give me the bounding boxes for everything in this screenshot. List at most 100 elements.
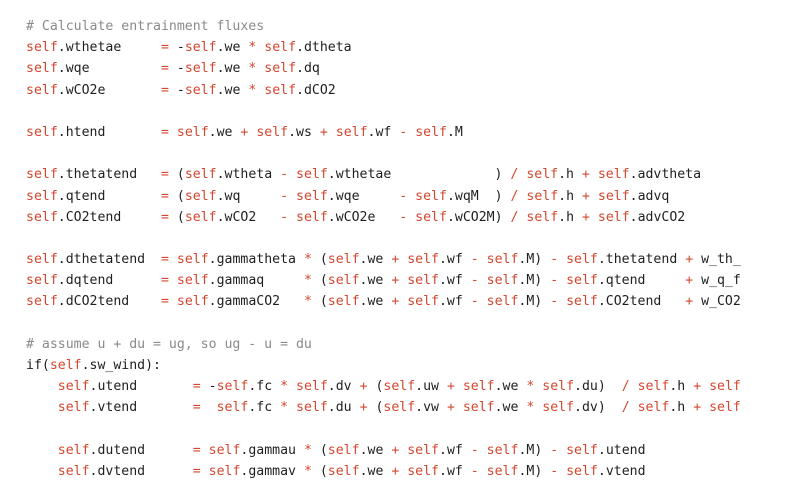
operator: =	[160, 124, 169, 140]
operator: -	[470, 463, 479, 479]
self-keyword: self	[486, 463, 519, 479]
self-keyword: self	[26, 209, 58, 225]
code-line: self.utend = -self.fc * self.dv + (self.…	[57, 379, 741, 395]
self-keyword: self	[264, 40, 297, 56]
operator: +	[391, 463, 400, 479]
operator: -	[280, 167, 289, 183]
self-keyword: self	[26, 252, 58, 268]
operator: *	[280, 400, 289, 416]
operator: -	[280, 209, 289, 225]
self-keyword: self	[327, 273, 360, 289]
operator: =	[160, 40, 169, 56]
self-keyword: self	[208, 463, 241, 479]
code-line: self.wthetae = -self.we * self.dtheta	[26, 40, 352, 56]
operator: *	[248, 40, 257, 56]
operator: *	[303, 442, 312, 458]
self-keyword: self	[327, 463, 360, 479]
self-keyword: self	[415, 188, 447, 204]
code-line: self.thetatend = (self.wtheta - self.wth…	[26, 167, 702, 183]
operator: *	[303, 294, 312, 310]
self-keyword: self	[415, 124, 447, 140]
self-keyword: self	[383, 379, 416, 395]
operator: *	[280, 379, 289, 395]
self-keyword: self	[486, 273, 519, 289]
self-keyword: self	[566, 294, 598, 310]
operator: -	[470, 252, 479, 268]
self-keyword: self	[26, 294, 58, 310]
self-keyword: self	[566, 463, 598, 479]
self-keyword: self	[566, 252, 598, 268]
operator: -	[470, 273, 479, 289]
self-keyword: self	[49, 358, 82, 373]
self-keyword: self	[57, 442, 90, 458]
code-line: self.dqtend = self.gammaq * (self.we + s…	[26, 273, 741, 289]
operator: -	[399, 124, 408, 140]
self-keyword: self	[407, 442, 439, 458]
operator: +	[446, 379, 455, 395]
operator: +	[391, 273, 400, 289]
self-keyword: self	[383, 400, 416, 416]
operator: +	[685, 252, 694, 268]
self-keyword: self	[26, 82, 58, 98]
operator: -	[550, 463, 559, 479]
self-keyword: self	[184, 167, 217, 183]
operator: +	[391, 252, 400, 268]
self-keyword: self	[526, 209, 559, 225]
code-line: self.dvtend = self.gammav * (self.we + s…	[57, 463, 646, 479]
operator: -	[550, 273, 559, 289]
operator: -	[470, 294, 479, 310]
operator: *	[303, 252, 312, 268]
operator: -	[550, 442, 559, 458]
operator: =	[160, 294, 169, 310]
operator: -	[550, 294, 559, 310]
self-keyword: self	[709, 400, 741, 416]
operator: *	[248, 82, 257, 98]
self-keyword: self	[566, 442, 598, 458]
self-keyword: self	[327, 294, 360, 310]
code-line: self.wCO2e = -self.we * self.dCO2	[26, 82, 336, 98]
self-keyword: self	[486, 252, 519, 268]
code-line: self.dthetatend = self.gammatheta * (sel…	[26, 252, 741, 268]
comment-text: # Calculate entrainment fluxes	[26, 19, 265, 34]
operator: =	[160, 209, 169, 225]
operator: =	[160, 252, 169, 268]
operator: =	[160, 188, 169, 204]
self-keyword: self	[597, 188, 630, 204]
code-line: self.dutend = self.gammau * (self.we + s…	[57, 442, 646, 458]
code-line: # Calculate entrainment fluxes	[26, 16, 800, 37]
code-line: self.vtend = self.fc * self.du + (self.v…	[57, 400, 741, 416]
operator: =	[192, 463, 201, 479]
operator: +	[391, 294, 400, 310]
self-keyword: self	[709, 379, 741, 395]
operator: +	[685, 294, 694, 310]
operator: =	[160, 273, 169, 289]
self-keyword: self	[184, 61, 217, 77]
self-keyword: self	[26, 167, 58, 183]
self-keyword: self	[566, 273, 598, 289]
operator: +	[359, 400, 368, 416]
self-keyword: self	[57, 463, 90, 479]
self-keyword: self	[407, 294, 439, 310]
self-keyword: self	[526, 167, 559, 183]
self-keyword: self	[26, 61, 58, 77]
self-keyword: self	[184, 209, 217, 225]
code-line: self.htend = self.we + self.ws + self.wf…	[26, 124, 463, 140]
code-line: self.wqe = -self.we * self.dq	[26, 61, 320, 77]
self-keyword: self	[26, 273, 58, 289]
operator: =	[160, 61, 169, 77]
self-keyword: self	[176, 294, 209, 310]
self-keyword: self	[57, 400, 90, 416]
self-keyword: self	[216, 400, 249, 416]
operator: =	[192, 442, 201, 458]
operator: +	[693, 400, 702, 416]
self-keyword: self	[415, 209, 447, 225]
operator: *	[526, 379, 535, 395]
self-keyword: self	[256, 124, 289, 140]
code-editor[interactable]: # Calculate entrainment fluxes self.wthe…	[26, 16, 800, 500]
self-keyword: self	[407, 252, 439, 268]
